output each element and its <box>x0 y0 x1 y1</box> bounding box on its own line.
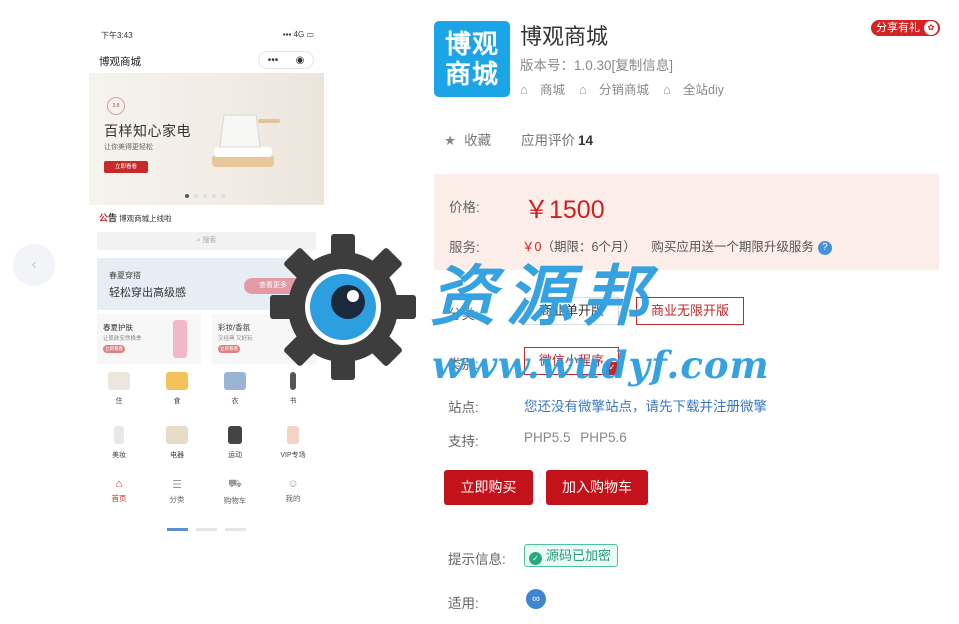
search-icon: ⌕ <box>196 237 201 244</box>
star-icon: ★ <box>444 133 457 148</box>
skincare-image <box>173 320 187 358</box>
pager-dot[interactable] <box>196 528 217 531</box>
diamond-icon <box>287 426 299 444</box>
category-item: 食 <box>148 372 206 406</box>
tab-home: ⌂ 首页 <box>90 478 148 504</box>
clothes-icon <box>224 372 246 390</box>
home-icon: ⌂ <box>115 478 123 490</box>
cart-icon: ⛟ <box>228 478 242 490</box>
buy-now-button[interactable]: 立即购买 <box>444 470 533 505</box>
previous-screenshot-button[interactable]: ‹ <box>13 244 55 286</box>
status-signal: ▪▪▪ 4G ▭ <box>282 30 314 39</box>
tag-icon: ⌂ <box>663 82 671 97</box>
dot <box>212 194 216 198</box>
add-to-cart-button[interactable]: 加入购物车 <box>546 470 648 505</box>
app-rating[interactable]: 应用评价 14 <box>521 129 593 149</box>
preview-notice: 公告 博观商城上线啦 <box>99 211 172 224</box>
category-item: 住 <box>90 372 148 406</box>
close-circle-icon: ◉ <box>295 54 305 66</box>
tab-category: ☰ 分类 <box>148 478 206 505</box>
category-item: 运动 <box>206 426 264 460</box>
battery-icon: ▭ <box>306 30 314 39</box>
category-icon: ☰ <box>172 479 182 491</box>
pager-dot[interactable] <box>225 528 246 531</box>
tag-item[interactable]: ⌂ 商城 <box>520 79 565 98</box>
kettle-image <box>212 114 280 167</box>
miniprogram-icon: ∞ <box>526 589 546 609</box>
chevron-left-icon: ‹ <box>31 256 37 273</box>
phone-page-title: 博观商城 <box>99 56 141 68</box>
dot <box>194 194 198 198</box>
status-bar: 下午3:43 ▪▪▪ 4G ▭ <box>89 28 324 42</box>
banner-dots <box>185 194 225 198</box>
app-version[interactable]: 版本号：1.0.30[复制信息] <box>520 54 673 74</box>
help-icon[interactable]: ? <box>817 241 832 255</box>
support-label: 支持: <box>448 434 479 449</box>
promo-line2: 轻松穿出高级感 <box>109 287 186 299</box>
category-item: 电器 <box>148 426 206 460</box>
app-detail-page: ‹ 下午3:43 ▪▪▪ 4G ▭ 博观商城 ••• ◉ 3.8 百样知心家电 … <box>0 0 959 624</box>
app-name: 博观商城 <box>520 24 609 49</box>
dot <box>185 194 189 198</box>
tag-icon: ⌂ <box>520 82 528 97</box>
share-reward-button[interactable]: 分享有礼 ✿ <box>871 20 940 36</box>
banner-subtitle: 让你美得更轻松 <box>104 144 153 151</box>
category-item: 美妆 <box>90 426 148 460</box>
app-tags: ⌂ 商城 ⌂ 分销商城 ⌂ 全站diy <box>520 79 724 98</box>
favorite-button[interactable]: ★ 收藏 <box>444 129 491 149</box>
screenshot-pager <box>167 528 246 531</box>
banner-title: 百样知心家电 <box>104 123 191 139</box>
tag-icon: ⌂ <box>579 82 587 97</box>
watermark-text-url: www.wudyf.com <box>432 343 770 387</box>
banner-badge: 3.8 <box>107 97 125 115</box>
tag-item[interactable]: ⌂ 分销商城 <box>579 79 649 98</box>
tab-cart: ⛟ 购物车 <box>206 478 264 506</box>
notice-text: 博观商城上线啦 <box>119 214 172 223</box>
food-icon <box>166 372 188 390</box>
signal-icon: ▪▪▪ <box>282 30 292 39</box>
check-circle-icon: ✓ <box>529 552 542 565</box>
tab-mine: ☺ 我的 <box>264 478 322 504</box>
support-value: PHP5.5 PHP5.6 <box>524 430 627 445</box>
bed-icon <box>108 372 130 390</box>
register-site-link[interactable]: 您还没有微擎站点，请先下载并注册微擎 <box>524 395 767 415</box>
apply-label: 适用: <box>448 596 479 611</box>
category-item: VIP专场 <box>264 426 322 460</box>
service-desc: 购买应用送一个期限升级服务 <box>651 240 814 254</box>
dot <box>221 194 225 198</box>
preview-card: 春夏护肤 让肌肤安然换季 立即看看 <box>97 314 201 364</box>
site-label: 站点: <box>448 400 479 415</box>
app-logo: 博观 商城 <box>434 21 510 97</box>
sport-icon <box>228 426 242 444</box>
promo-line1: 春夏穿搭 <box>109 271 141 280</box>
appliance-icon <box>166 426 188 444</box>
more-icon: ••• <box>267 54 279 66</box>
rating-count: 14 <box>578 133 594 148</box>
category-item: 衣 <box>206 372 264 406</box>
dot <box>203 194 207 198</box>
user-icon: ☺ <box>287 478 299 490</box>
preview-banner: 3.8 百样知心家电 让你美得更轻松 立即看看 <box>89 73 324 205</box>
cosmetics-icon <box>114 426 124 444</box>
status-time: 下午3:43 <box>101 31 133 40</box>
gift-icon: ✿ <box>924 21 938 35</box>
capsule-menu: ••• ◉ <box>258 51 314 69</box>
encrypted-badge: ✓ 源码已加密 <box>524 544 619 567</box>
notice-label: 提示信息: <box>448 552 506 567</box>
watermark-gear-logo <box>270 234 416 380</box>
banner-button: 立即看看 <box>104 161 148 173</box>
pager-dot[interactable] <box>167 528 188 531</box>
watermark-text-cn: 资源邦 <box>430 257 658 335</box>
price-value: ￥1500 <box>524 196 605 224</box>
notice-prefix: 公告 <box>99 213 118 223</box>
tag-item[interactable]: ⌂ 全站diy <box>663 79 724 98</box>
price-label: 价格: <box>449 200 480 215</box>
